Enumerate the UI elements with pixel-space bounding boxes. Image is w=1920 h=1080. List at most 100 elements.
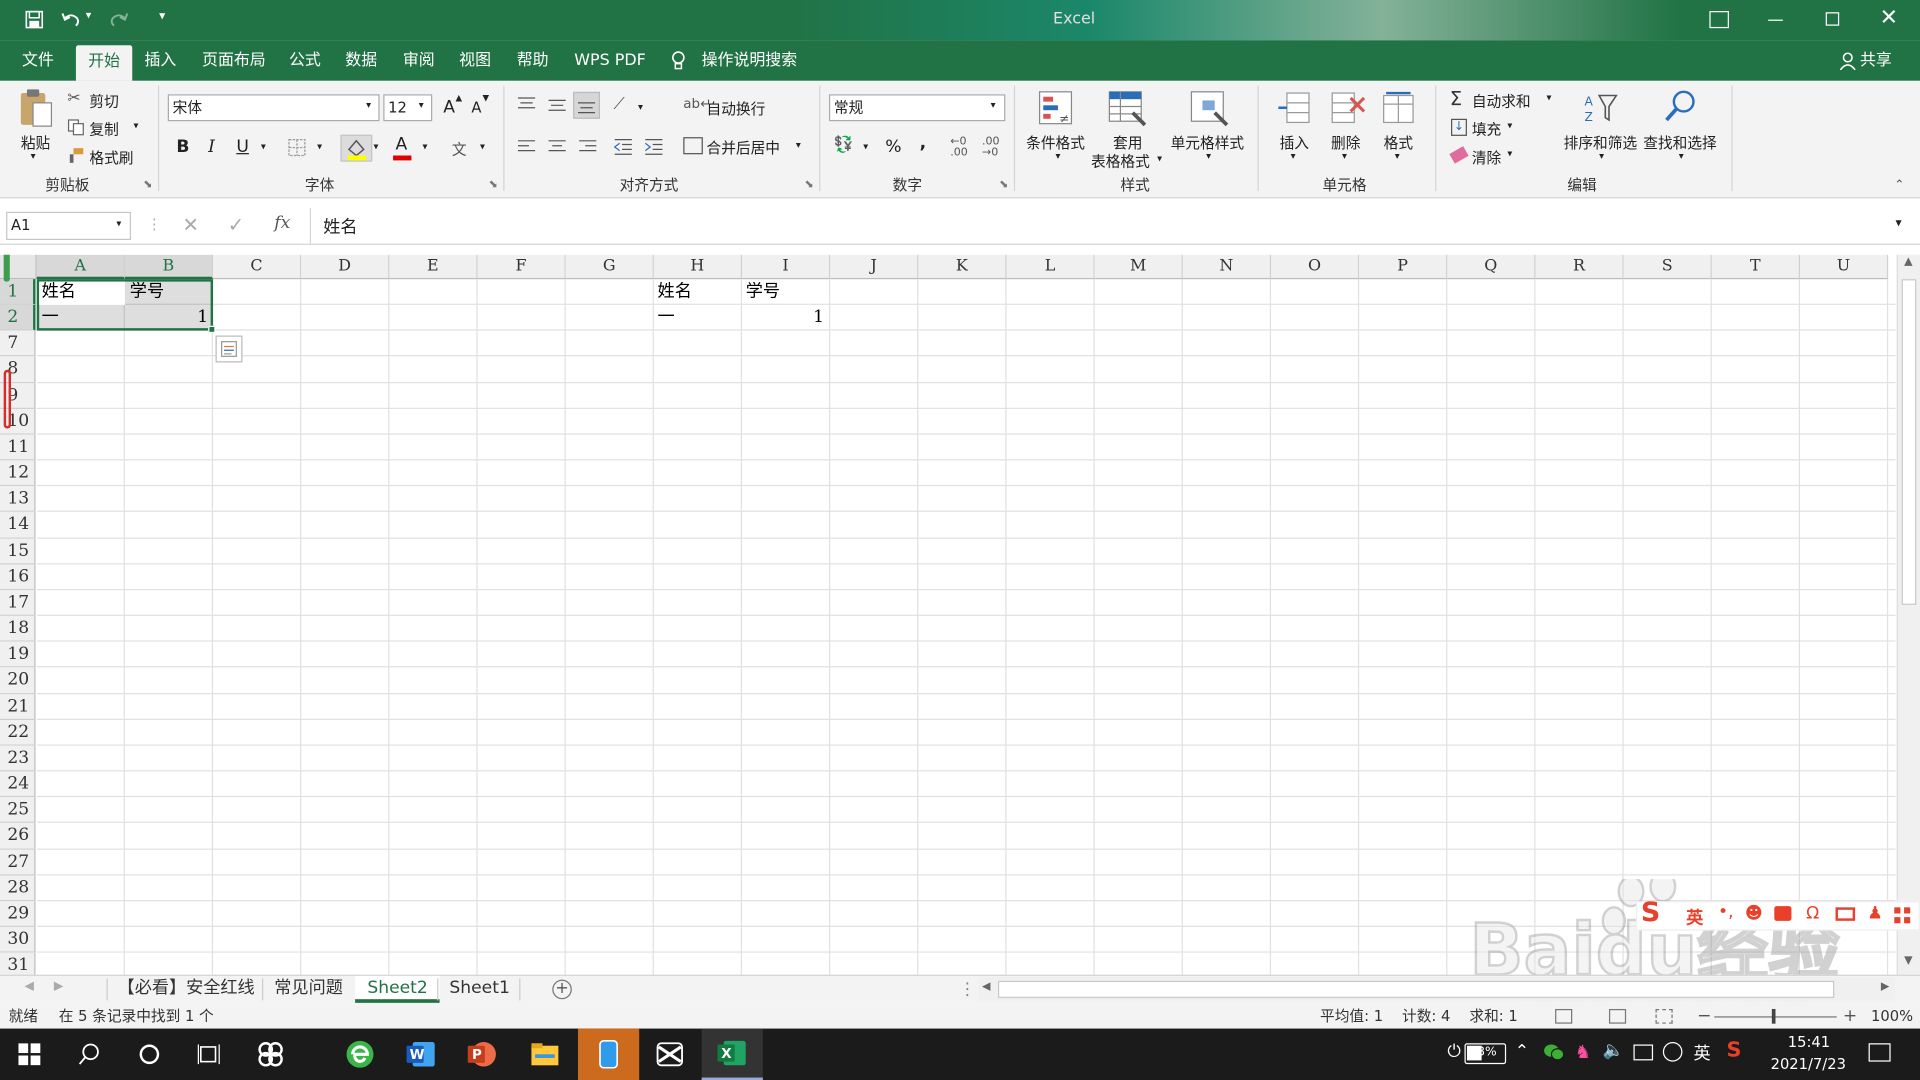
font-name-select[interactable]: 宋体 <box>167 94 380 122</box>
expand-formula-bar-icon[interactable]: ▾ <box>1896 217 1902 230</box>
column-header[interactable]: M <box>1094 254 1183 280</box>
phonetic-button[interactable]: 文 <box>452 138 467 159</box>
underline-button[interactable]: U <box>236 137 249 157</box>
font-name-dropdown-icon[interactable]: ▾ <box>366 99 371 110</box>
keyboard-icon[interactable] <box>1835 907 1856 921</box>
task-view-icon[interactable] <box>180 1029 239 1080</box>
language-globe-icon[interactable] <box>1662 1042 1683 1062</box>
number-launcher-icon[interactable]: ⬊ <box>999 179 1008 191</box>
enter-icon[interactable]: ✓ <box>228 213 244 236</box>
horizontal-scrollbar[interactable]: ◀ ▶ <box>978 977 1896 1002</box>
decrease-decimal-icon[interactable]: .00 →0 <box>982 137 1000 159</box>
bold-button[interactable]: B <box>176 137 189 157</box>
sheet-tab-safety[interactable]: 【必看】安全红线 <box>108 976 265 1003</box>
tab-split-grip-icon[interactable]: ⋮ <box>959 980 976 1000</box>
find-select-dropdown-icon[interactable]: ▾ <box>1679 151 1684 162</box>
column-header[interactable]: L <box>1006 254 1095 280</box>
accounting-format-icon[interactable]: 💱 <box>834 136 854 154</box>
align-left-icon[interactable] <box>517 138 537 155</box>
row-header[interactable]: 22 <box>0 719 36 746</box>
tab-file[interactable]: 文件 <box>11 40 65 80</box>
borders-icon[interactable] <box>288 138 306 157</box>
increase-decimal-icon[interactable]: ←0.00 <box>950 137 968 159</box>
row-header[interactable]: 21 <box>0 693 36 720</box>
page-layout-view-icon[interactable] <box>1608 1008 1627 1024</box>
status-count[interactable]: 计数: 4 <box>1402 1004 1450 1028</box>
worksheet-grid[interactable]: ABCDEFGHIJKLMNOPQRSTU 1 2 7 8 9 10 11 12 13 14 15 1… <box>0 254 1896 975</box>
column-header[interactable]: A <box>36 254 125 280</box>
wrap-text-button[interactable]: 自动换行 <box>707 98 766 119</box>
notification-center-icon[interactable] <box>1868 1043 1891 1062</box>
battery-icon[interactable]: 38% <box>1464 1043 1507 1065</box>
zoom-out-icon[interactable]: − <box>1697 1004 1711 1028</box>
merge-center-icon[interactable] <box>683 137 703 155</box>
copy-button[interactable]: 复制 <box>89 119 118 140</box>
cell-a1[interactable]: 姓名 <box>37 279 125 305</box>
headset-icon[interactable]: Ω <box>1806 904 1819 924</box>
row-header[interactable]: 16 <box>0 564 36 591</box>
comma-button[interactable]: , <box>920 133 927 153</box>
user-icon[interactable]: ♟ <box>1867 904 1882 924</box>
delete-cells-dropdown-icon[interactable]: ▾ <box>1342 151 1347 162</box>
column-header[interactable]: U <box>1800 254 1889 280</box>
font-color-button[interactable]: A <box>396 135 408 155</box>
row-header[interactable]: 28 <box>0 875 36 902</box>
cortana-icon[interactable] <box>120 1029 179 1080</box>
row-header[interactable]: 14 <box>0 512 36 539</box>
undo-icon[interactable] <box>60 10 82 30</box>
cell-a2[interactable]: 一 <box>37 305 125 331</box>
row-header[interactable]: 15 <box>0 538 36 565</box>
format-cells-dropdown-icon[interactable]: ▾ <box>1395 151 1400 162</box>
tab-formulas[interactable]: 公式 <box>278 40 332 80</box>
insert-cells-icon[interactable] <box>1277 91 1311 128</box>
cancel-icon[interactable]: ✕ <box>182 213 198 236</box>
tab-data[interactable]: 数据 <box>334 40 388 80</box>
capcut-icon[interactable] <box>640 1029 699 1080</box>
format-cells-icon[interactable] <box>1381 91 1418 128</box>
cell-h1[interactable]: 姓名 <box>653 279 741 305</box>
font-size-dropdown-icon[interactable]: ▾ <box>419 99 424 110</box>
tell-me-search[interactable]: 操作说明搜索 <box>691 40 809 80</box>
ime-toolbar[interactable]: S 英 •, ☻ Ω ♟ <box>1635 898 1920 931</box>
increase-indent-icon[interactable] <box>644 137 664 157</box>
browser-icon[interactable] <box>331 1029 390 1080</box>
row-header[interactable]: 20 <box>0 667 36 694</box>
format-painter-button[interactable]: 格式刷 <box>89 147 133 168</box>
format-as-table-button-line2[interactable]: 表格格式 <box>1091 151 1150 172</box>
column-header[interactable]: H <box>653 254 743 280</box>
redo-icon[interactable] <box>108 10 130 30</box>
column-header[interactable]: O <box>1271 254 1360 280</box>
clock-time[interactable]: 15:41 <box>1788 1033 1830 1050</box>
insert-cells-dropdown-icon[interactable]: ▾ <box>1291 151 1296 162</box>
vertical-scroll-thumb[interactable] <box>1901 279 1917 605</box>
row-header[interactable]: 7 <box>0 330 36 357</box>
column-header[interactable]: N <box>1182 254 1272 280</box>
punctuation-icon[interactable]: •, <box>1718 902 1734 922</box>
cell-i1[interactable]: 学号 <box>741 279 829 305</box>
next-sheet-icon[interactable]: ▶ <box>54 980 63 993</box>
orientation-icon[interactable]: ⟋ <box>613 96 624 114</box>
row-header[interactable]: 2 <box>0 305 36 331</box>
font-size-select[interactable]: 12 <box>383 94 433 122</box>
column-header[interactable]: G <box>565 254 654 280</box>
format-as-table-icon[interactable] <box>1108 91 1147 128</box>
voice-icon[interactable] <box>1774 906 1792 921</box>
scroll-right-icon[interactable]: ▶ <box>1881 981 1889 993</box>
ime-lang-toggle[interactable]: 英 <box>1686 905 1703 929</box>
column-header[interactable]: T <box>1711 254 1801 280</box>
eraser-icon[interactable] <box>1449 146 1469 164</box>
clipboard-launcher-icon[interactable]: ⬊ <box>143 179 152 191</box>
fill-color-icon[interactable] <box>340 134 373 162</box>
formula-input[interactable]: 姓名 <box>323 214 357 238</box>
qq-icon[interactable]: ♞ <box>1575 1041 1591 1063</box>
italic-button[interactable]: I <box>208 137 215 157</box>
row-header[interactable]: 31 <box>0 952 36 975</box>
row-header[interactable]: 11 <box>0 434 36 461</box>
cell-b1[interactable]: 学号 <box>125 279 213 305</box>
customize-toolbar-icon[interactable]: ▾ <box>159 10 165 23</box>
row-header[interactable]: 25 <box>0 797 36 824</box>
paste-icon[interactable] <box>17 88 54 130</box>
row-header[interactable]: 18 <box>0 616 36 642</box>
insert-function-button[interactable]: fx <box>274 213 290 233</box>
scroll-up-icon[interactable]: ▲ <box>1904 256 1912 268</box>
